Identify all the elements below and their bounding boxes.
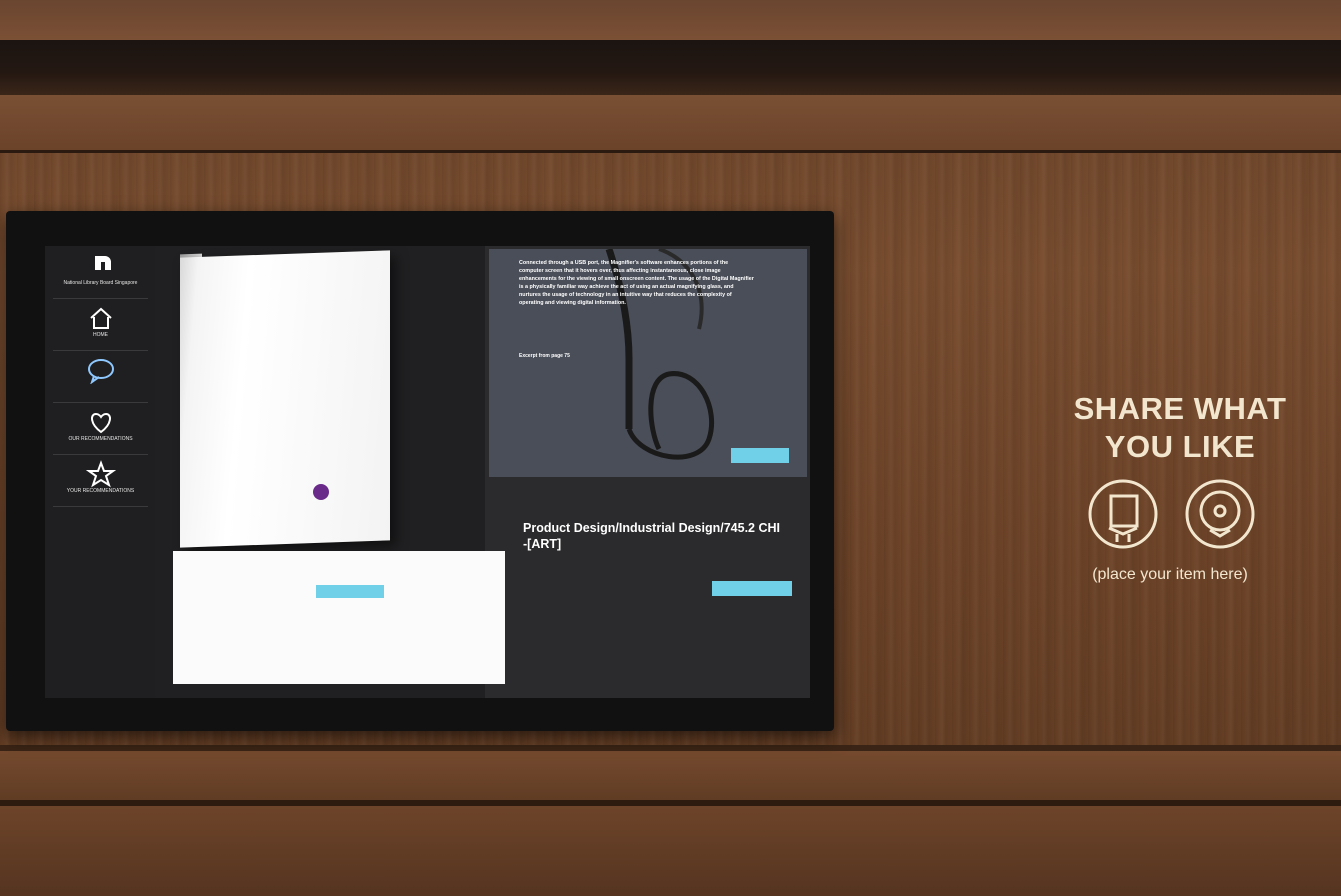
kiosk-screen: National Library Board Singapore HOME OU… [45,246,810,698]
nlb-logo-icon [94,256,111,270]
chat-icon [87,359,114,384]
book-cover-image [180,250,390,548]
share-heading-line1: SHARE WHAT [1073,391,1287,426]
dark-trim-strip [0,40,1341,95]
star-icon [85,460,116,488]
wood-plank-lower [0,751,1341,800]
wood-plank-bottom [0,806,1341,896]
sidebar-item-our-recommendations[interactable]: OUR RECOMMENDATIONS [53,406,148,455]
sidebar-item-label: National Library Board Singapore [63,280,138,286]
excerpt-text: Connected through a USB port, the Magnif… [519,260,754,306]
sidebar-item-chat[interactable] [53,354,148,403]
excerpt-button[interactable] [731,448,789,463]
disc-icon[interactable] [1184,478,1256,550]
share-heading-line2: YOU LIKE [1104,429,1256,464]
product-info-panel [173,551,505,684]
sidebar-item-label: YOUR RECOMMENDATIONS [66,488,135,494]
wood-plank-top [0,0,1341,40]
share-heading: SHARE WHAT YOU LIKE [1040,390,1320,466]
heart-icon [90,412,111,434]
sidebar-item-your-recommendations[interactable]: YOUR RECOMMENDATIONS [53,458,148,507]
sidebar-item-home[interactable]: HOME [53,302,148,351]
book-icon[interactable] [1087,478,1159,550]
product-title: Product Design/Industrial Design/745.2 C… [523,521,781,551]
home-icon [89,307,112,329]
excerpt-card: Connected through a USB port, the Magnif… [489,249,807,477]
panel-button[interactable] [316,585,384,598]
sidebar-item-label: OUR RECOMMENDATIONS [68,436,133,442]
sidebar-item-nlb[interactable]: National Library Board Singapore [53,250,148,299]
share-caption: (place your item here) [1092,566,1248,583]
publisher-logo-icon [313,484,329,500]
wood-plank-band [0,95,1341,153]
excerpt-page-ref: Excerpt from page 75 [519,353,570,359]
read-more-button[interactable] [712,581,792,596]
sidebar: National Library Board Singapore HOME OU… [45,246,155,698]
sidebar-item-label: HOME [93,332,108,338]
